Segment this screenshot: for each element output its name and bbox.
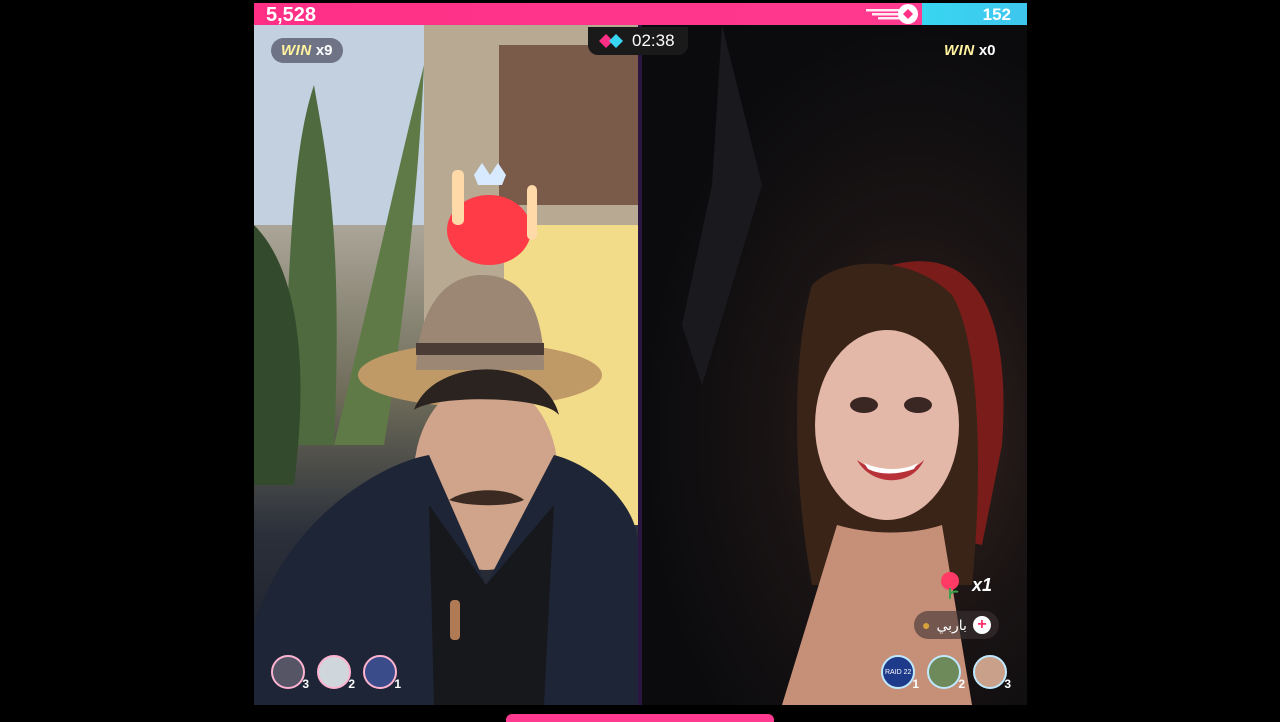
left-score-bar: 5,528 xyxy=(254,3,922,26)
gift-count: x1 xyxy=(972,574,993,595)
right-win-streak: WIN x0 xyxy=(944,42,996,59)
follow-plus-icon[interactable]: + xyxy=(972,616,991,634)
timer-value: 02:38 xyxy=(632,31,675,50)
follow-chip-name: باربي xyxy=(936,616,967,633)
score-divider-icon xyxy=(866,4,918,24)
battle-versus-icon xyxy=(599,34,623,48)
left-supporter-avatar-2[interactable]: 2 xyxy=(317,655,355,691)
left-video-scene xyxy=(254,25,638,705)
right-video-scene xyxy=(682,25,1004,705)
left-supporter-avatar-1[interactable]: 1 xyxy=(363,655,401,691)
left-score: 5,528 xyxy=(266,4,317,26)
left-win-streak: WIN x9 xyxy=(271,38,343,63)
right-host-video[interactable] xyxy=(642,25,1027,705)
leopard-icon: ● xyxy=(922,617,931,633)
battle-timer: 02:38 xyxy=(588,27,688,55)
bottom-indicator xyxy=(506,714,774,722)
left-supporter-avatar-3[interactable]: 3 xyxy=(271,655,309,691)
gift-counter: x1 xyxy=(936,570,992,600)
rose-icon xyxy=(941,572,959,599)
right-supporter-avatar-1[interactable]: RAID 22 1 xyxy=(881,655,919,691)
right-supporter-avatar-2[interactable]: 2 xyxy=(927,655,965,691)
left-host-video[interactable] xyxy=(254,25,638,705)
live-battle-stage: 5,528 152 WIN x9 WIN x0 02:38 x1 ● باربي… xyxy=(254,0,1027,720)
right-supporter-avatar-3[interactable]: 3 xyxy=(973,655,1011,691)
follow-chip[interactable]: ● باربي + xyxy=(914,611,999,639)
right-score-bar: 152 xyxy=(922,3,1027,25)
battle-score-bar: 5,528 152 xyxy=(254,3,1027,26)
right-score: 152 xyxy=(982,5,1011,24)
